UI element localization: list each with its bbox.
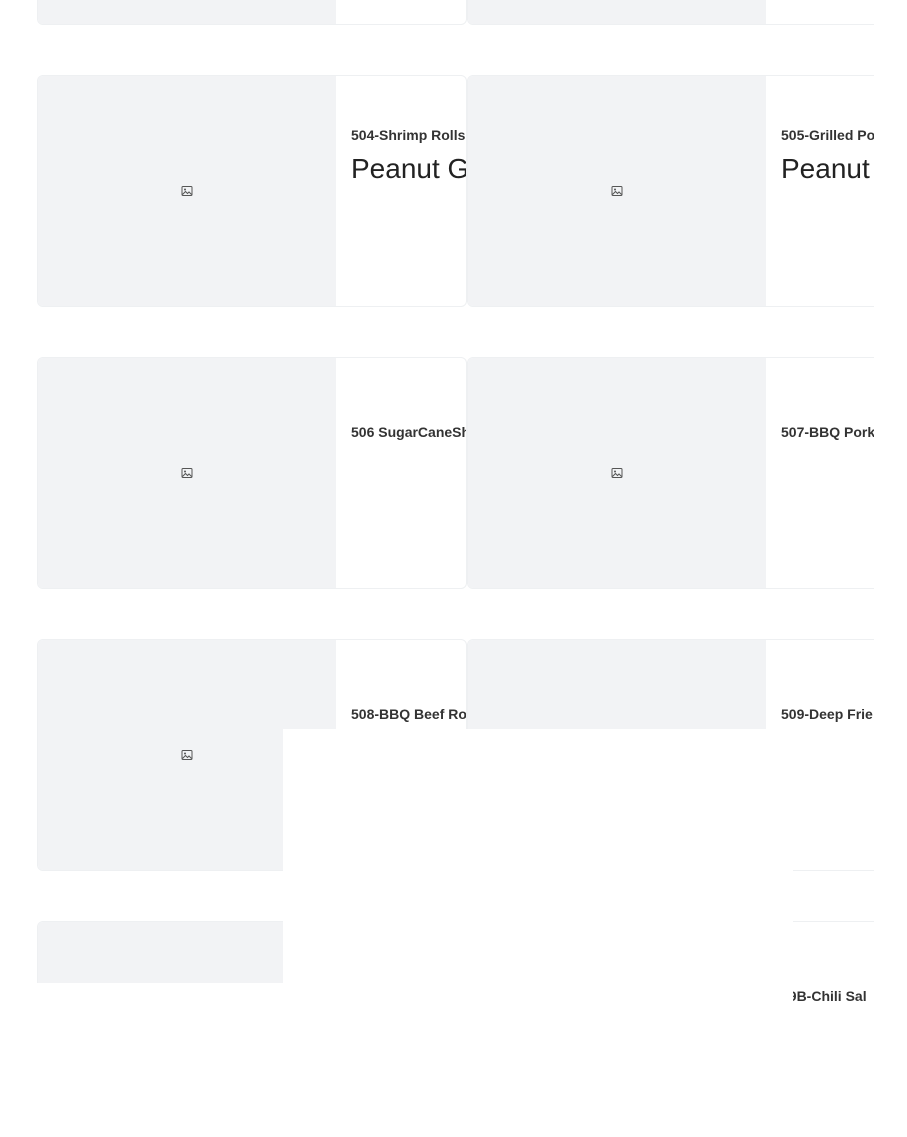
menu-card-505[interactable]: 505-Grilled Po Peanut — [467, 75, 874, 307]
menu-card-thumbnail — [38, 0, 336, 24]
menu-card-504[interactable]: 504-Shrimp Rolls Peanut G — [37, 75, 467, 307]
image-icon — [181, 468, 193, 478]
menu-card[interactable] — [467, 0, 874, 25]
menu-item-title: 504-Shrimp Rolls — [351, 127, 466, 143]
menu-item-subtitle: Peanut — [781, 153, 870, 184]
menu-card-thumbnail — [468, 0, 766, 24]
menu-card-506[interactable]: 506 SugarCaneSh — [37, 357, 467, 589]
loading-overlay — [283, 729, 793, 1137]
menu-item-subtitle: Peanut G — [351, 153, 467, 184]
menu-card-thumbnail — [38, 358, 336, 588]
image-icon — [611, 186, 623, 196]
image-icon — [181, 186, 193, 196]
image-icon — [611, 468, 623, 478]
menu-card-thumbnail — [468, 76, 766, 306]
image-icon — [181, 750, 193, 760]
loading-overlay — [37, 983, 283, 1137]
menu-card-thumbnail — [38, 76, 336, 306]
menu-item-title: 508-BBQ Beef Ro — [351, 706, 467, 722]
menu-card-507[interactable]: 507-BBQ Pork — [467, 357, 874, 589]
menu-item-title: 507-BBQ Pork — [781, 424, 874, 440]
page-scrollbar[interactable] — [874, 0, 907, 1137]
menu-grid: 504-Shrimp Rolls Peanut G 505-Grilled Po… — [0, 0, 874, 1137]
menu-item-title: 506 SugarCaneSh — [351, 424, 467, 440]
menu-card[interactable] — [37, 0, 467, 25]
menu-item-title: 505-Grilled Po — [781, 127, 874, 143]
menu-item-title: 509-Deep Frie — [781, 706, 873, 722]
menu-item-title: 09B-Chili Sal — [781, 988, 867, 1004]
menu-card-thumbnail — [468, 358, 766, 588]
